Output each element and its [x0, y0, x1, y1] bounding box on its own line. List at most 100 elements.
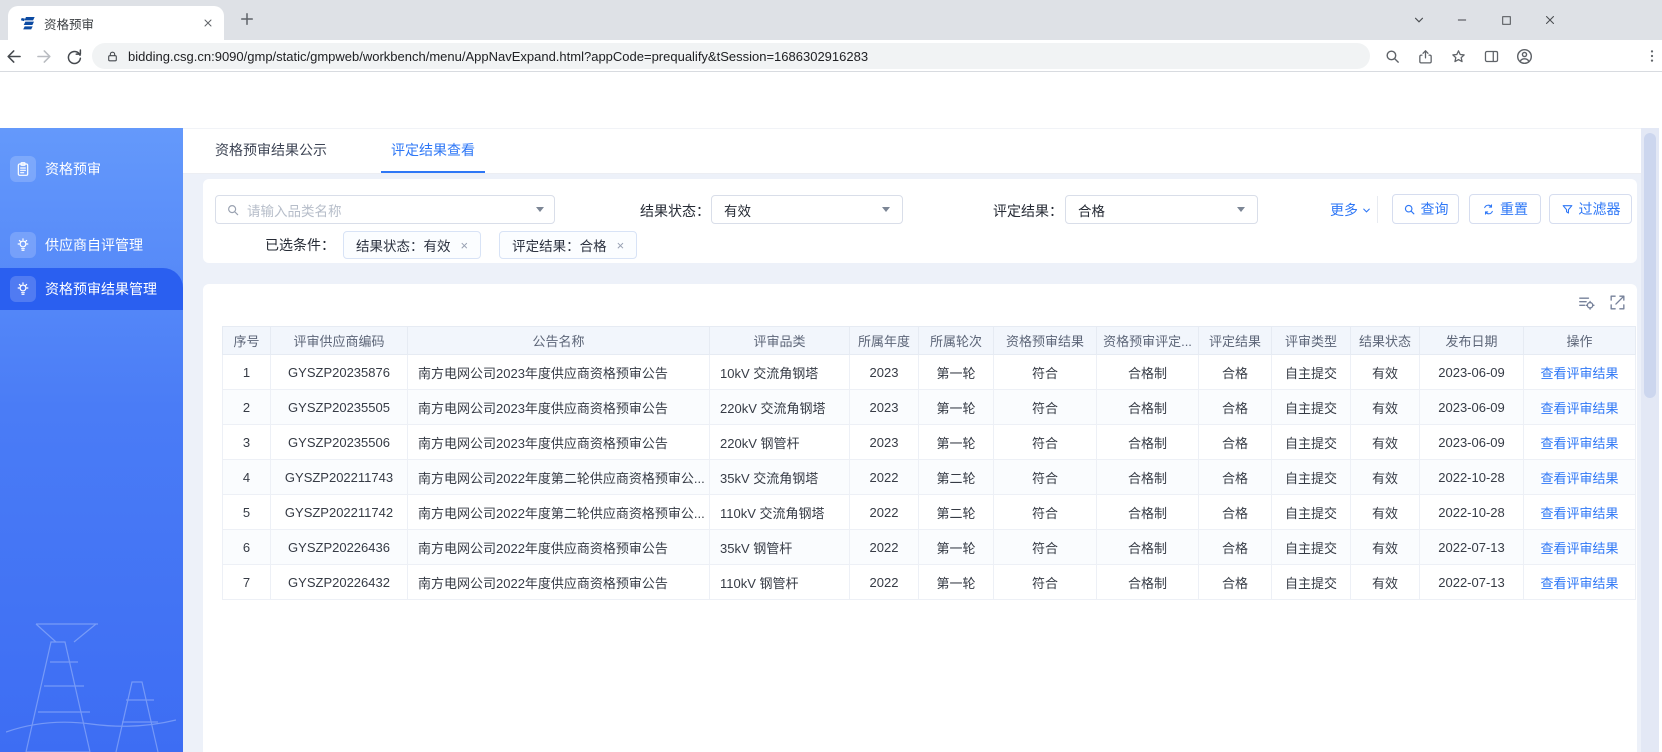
review-type: 自主提交 — [1271, 529, 1351, 565]
clipboard-icon — [10, 156, 36, 182]
prequal-eval-method: 合格制 — [1096, 389, 1199, 425]
eval-result: 合格 — [1198, 389, 1272, 425]
action-cell: 查看评审结果 — [1523, 459, 1636, 495]
eval-result: 合格 — [1198, 354, 1272, 390]
supplier-code: GYSZP20226432 — [270, 564, 408, 600]
year: 2022 — [849, 459, 919, 495]
result-status: 有效 — [1350, 389, 1420, 425]
chip-close-icon[interactable]: × — [617, 238, 625, 253]
column-settings-icon[interactable] — [1577, 293, 1596, 312]
publish-date: 2023-06-09 — [1419, 389, 1524, 425]
bulb-icon — [10, 276, 36, 302]
url-text: bidding.csg.cn:9090/gmp/static/gmpweb/wo… — [128, 48, 869, 64]
prequal-result: 符合 — [993, 459, 1097, 495]
year: 2022 — [849, 529, 919, 565]
supplier-code: GYSZP20235506 — [270, 424, 408, 460]
verdict-filter-label: 评定结果： — [993, 203, 1063, 219]
review-type: 自主提交 — [1271, 424, 1351, 460]
action-cell: 查看评审结果 — [1523, 424, 1636, 460]
more-filters-link[interactable]: 更多 — [1330, 200, 1372, 220]
publish-date: 2023-06-09 — [1419, 424, 1524, 460]
action-cell: 查看评审结果 — [1523, 354, 1636, 390]
zoom-page-icon[interactable] — [1380, 45, 1404, 67]
prequal-result: 符合 — [993, 529, 1097, 565]
side-panel-icon[interactable] — [1479, 45, 1503, 67]
scrollbar-thumb[interactable] — [1644, 133, 1656, 398]
tab-close-icon[interactable] — [202, 17, 214, 29]
notice-name: 南方电网公司2023年度供应商资格预审公告 — [407, 389, 710, 425]
selected-conditions-label: 已选条件： — [265, 237, 335, 253]
prequal-eval-method: 合格制 — [1096, 354, 1199, 390]
column-header: 评审品类 — [709, 326, 850, 355]
fullscreen-icon[interactable] — [1608, 293, 1627, 312]
share-icon[interactable] — [1413, 45, 1437, 67]
column-header: 公告名称 — [407, 326, 710, 355]
browser-tab[interactable]: 资格预审 — [8, 6, 224, 40]
window-close-icon[interactable] — [1538, 9, 1562, 31]
sidebar-item-prequalification[interactable]: 资格预审 — [0, 153, 183, 185]
favicon-csg-icon — [20, 15, 36, 31]
reset-button[interactable]: 重置 — [1469, 194, 1541, 224]
back-icon[interactable] — [2, 45, 26, 67]
supplier-code: GYSZP20235505 — [270, 389, 408, 425]
browser-menu-kebab-icon[interactable] — [1640, 45, 1662, 67]
query-button[interactable]: 查询 — [1392, 194, 1459, 224]
chip-close-icon[interactable]: × — [461, 238, 469, 253]
window-minimize-icon[interactable] — [1450, 9, 1474, 31]
view-review-result-link[interactable]: 查看评审结果 — [1540, 506, 1618, 521]
view-review-result-link[interactable]: 查看评审结果 — [1540, 541, 1618, 556]
status-select[interactable]: 有效 — [711, 195, 903, 224]
view-review-result-link[interactable]: 查看评审结果 — [1540, 436, 1618, 451]
action-cell: 查看评审结果 — [1523, 529, 1636, 565]
app-header: 万家灯火，南网情深 中国南方电网 CHINA SOUTHERN POWER GR… — [0, 72, 1662, 128]
view-review-result-link[interactable]: 查看评审结果 — [1540, 471, 1618, 486]
chevron-down-icon — [1363, 208, 1370, 213]
bookmark-star-icon[interactable] — [1446, 45, 1470, 67]
table-row: 1 GYSZP20235876 南方电网公司2023年度供应商资格预审公告 10kV … — [222, 354, 1636, 390]
column-header: 发布日期 — [1419, 326, 1524, 355]
view-review-result-link[interactable]: 查看评审结果 — [1540, 576, 1618, 591]
category-search-select[interactable]: 请输入品类名称 — [215, 195, 555, 224]
new-tab-button[interactable] — [238, 10, 256, 28]
row-index: 7 — [222, 564, 271, 600]
tab-prequal-result-publicity[interactable]: 资格预审结果公示 — [205, 129, 337, 173]
view-review-result-link[interactable]: 查看评审结果 — [1540, 366, 1618, 381]
category: 110kV 钢管杆 — [709, 564, 850, 600]
tab-search-chevron-icon[interactable] — [1407, 9, 1431, 31]
forward-icon[interactable] — [31, 45, 55, 67]
column-header: 所属年度 — [849, 326, 919, 355]
row-index: 1 — [222, 354, 271, 390]
prequal-eval-method: 合格制 — [1096, 459, 1199, 495]
tab-evaluation-result-view[interactable]: 评定结果查看 — [381, 129, 485, 173]
publish-date: 2022-07-13 — [1419, 564, 1524, 600]
sidebar: 资格预审 供应商自评管理 资格预审结果管理 — [0, 128, 183, 752]
address-bar[interactable]: bidding.csg.cn:9090/gmp/static/gmpweb/wo… — [92, 43, 1370, 69]
supplier-code: GYSZP202211743 — [270, 459, 408, 495]
lock-icon — [106, 50, 119, 63]
vertical-scrollbar — [1641, 128, 1659, 752]
chevron-down-icon — [536, 207, 544, 212]
column-header: 资格预审评定... — [1096, 326, 1199, 355]
view-review-result-link[interactable]: 查看评审结果 — [1540, 401, 1618, 416]
chevron-down-icon — [882, 207, 890, 212]
notice-name: 南方电网公司2022年度第二轮供应商资格预审公... — [407, 459, 710, 495]
column-header: 操作 — [1523, 326, 1636, 355]
profile-avatar-icon[interactable] — [1512, 45, 1536, 67]
bulb-icon — [10, 232, 36, 258]
status-filter-label: 结果状态： — [640, 203, 710, 219]
round: 第二轮 — [918, 494, 994, 530]
window-maximize-icon[interactable] — [1494, 9, 1518, 31]
round: 第一轮 — [918, 564, 994, 600]
review-type: 自主提交 — [1271, 459, 1351, 495]
reload-icon[interactable] — [62, 45, 86, 67]
eval-result: 合格 — [1198, 564, 1272, 600]
round: 第一轮 — [918, 424, 994, 460]
notice-name: 南方电网公司2023年度供应商资格预审公告 — [407, 424, 710, 460]
divider — [1377, 196, 1378, 223]
year: 2023 — [849, 389, 919, 425]
verdict-select[interactable]: 合格 — [1065, 195, 1258, 224]
sidebar-item-prequal-result-mgmt[interactable]: 资格预审结果管理 — [0, 268, 183, 310]
action-cell: 查看评审结果 — [1523, 389, 1636, 425]
filter-button[interactable]: 过滤器 — [1549, 194, 1632, 224]
sidebar-item-supplier-self-eval[interactable]: 供应商自评管理 — [0, 229, 183, 261]
